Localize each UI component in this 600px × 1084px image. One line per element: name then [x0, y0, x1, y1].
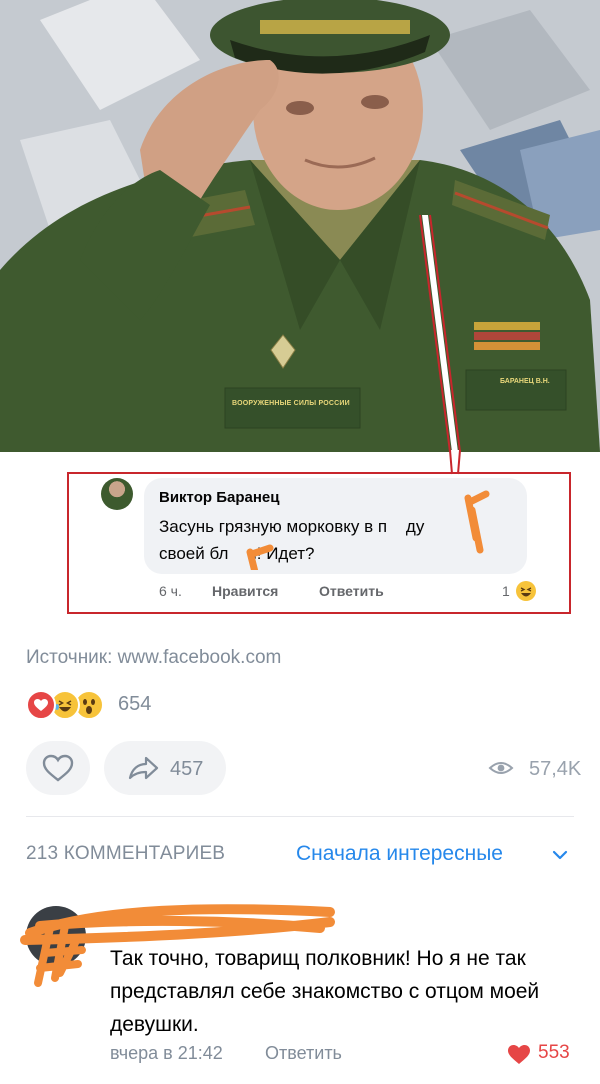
views-count: 57,4K	[529, 758, 582, 780]
share-button[interactable]	[104, 741, 226, 795]
share-arrow-icon	[128, 756, 159, 780]
comment-reply-link[interactable]: Ответить	[265, 1043, 342, 1064]
heart-filled-icon[interactable]	[506, 1043, 532, 1065]
chevron-down-icon[interactable]	[552, 849, 568, 861]
comment-likes-count: 553	[538, 1042, 570, 1063]
fb-comment-time: 6 ч.	[159, 583, 182, 599]
like-button[interactable]	[26, 741, 90, 795]
reactions-count: 654	[118, 693, 152, 715]
laughing-emoji-icon	[516, 581, 536, 601]
comment-time: вчера в 21:42	[110, 1043, 223, 1063]
eye-icon	[488, 762, 514, 774]
comments-sort-dropdown[interactable]: Сначала интересные	[296, 842, 503, 866]
heart-outline-icon	[42, 754, 74, 782]
comments-count: 213 КОММЕНТАРИЕВ	[26, 843, 226, 864]
shares-count: 457	[170, 758, 204, 780]
fb-like-link[interactable]: Нравится	[212, 583, 278, 599]
fb-reaction-count: 1	[502, 583, 510, 599]
comment-text: Так точно, товарищ полковник! Но я не та…	[110, 947, 540, 1036]
heart-icon	[26, 690, 56, 720]
post-source[interactable]: Источник: www.facebook.com	[26, 647, 281, 669]
censor-scribble	[246, 490, 490, 570]
divider	[26, 816, 574, 817]
callout-pointer	[419, 214, 461, 452]
post-photo[interactable]: ВООРУЖЕННЫЕ СИЛЫ РОССИИ БАРАНЕЦ В.Н.	[0, 0, 600, 452]
fb-reply-link[interactable]: Ответить	[319, 583, 384, 599]
